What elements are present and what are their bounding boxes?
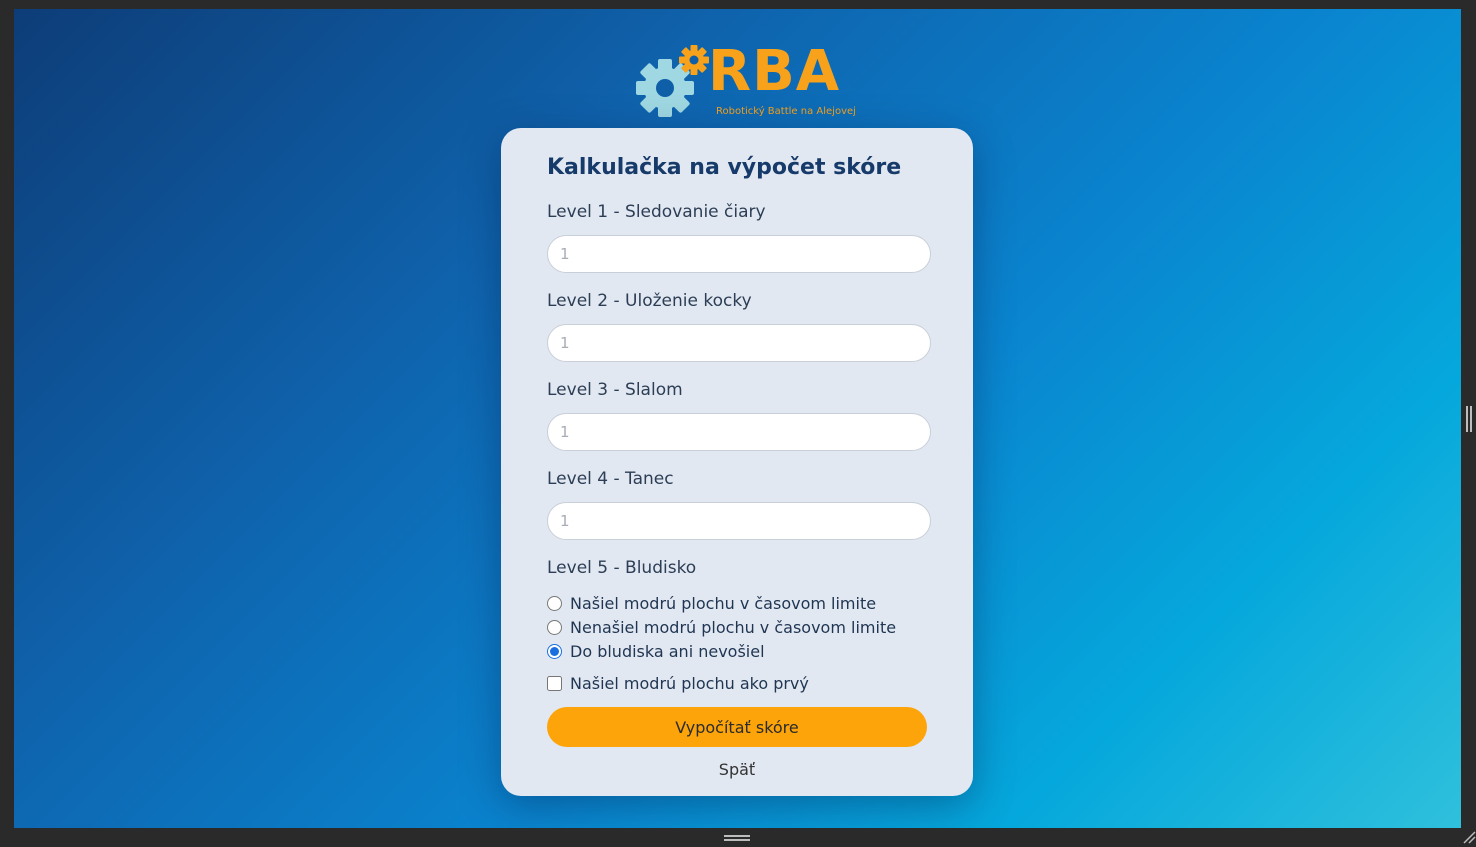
level-5-label: Level 5 - Bludisko bbox=[547, 558, 697, 578]
back-link[interactable]: Späť bbox=[547, 760, 927, 779]
found-first-row[interactable]: Našiel modrú plochu ako prvý bbox=[547, 671, 927, 695]
level-3-input[interactable] bbox=[547, 413, 931, 451]
level-5-option-found[interactable]: Našiel modrú plochu v časovom limite bbox=[547, 591, 927, 615]
rba-logo: RBA Robotický Battle na Alejovej bbox=[621, 36, 871, 120]
logo-text: RBA bbox=[708, 39, 841, 104]
level-4-label: Level 4 - Tanec bbox=[547, 469, 674, 489]
vertical-resize-handle[interactable] bbox=[1466, 406, 1472, 432]
score-calculator-card: Kalkulačka na výpočet skóre Level 1 - Sl… bbox=[501, 128, 973, 796]
horizontal-resize-handle[interactable] bbox=[724, 835, 750, 841]
level-3-group: Level 3 - Slalom bbox=[547, 379, 931, 451]
level-3-label: Level 3 - Slalom bbox=[547, 380, 683, 400]
found-first-label: Našiel modrú plochu ako prvý bbox=[570, 673, 809, 693]
level-5-radio-not-found[interactable] bbox=[547, 619, 562, 635]
level-1-group: Level 1 - Sledovanie čiary bbox=[547, 201, 931, 273]
level-5-option-label: Nenašiel modrú plochu v časovom limite bbox=[570, 617, 897, 637]
level-5-option-label: Našiel modrú plochu v časovom limite bbox=[570, 593, 877, 613]
level-2-label: Level 2 - Uloženie kocky bbox=[547, 291, 752, 311]
level-4-input[interactable] bbox=[547, 502, 931, 540]
resize-grip-icon[interactable] bbox=[1462, 830, 1476, 844]
gear-icon bbox=[636, 45, 709, 117]
found-first-checkbox[interactable] bbox=[547, 675, 562, 691]
level-1-label: Level 1 - Sledovanie čiary bbox=[547, 202, 766, 222]
level-5-group: Level 5 - Bludisko Našiel modrú plochu v… bbox=[547, 557, 927, 695]
level-2-input[interactable] bbox=[547, 324, 931, 362]
level-5-radio-group: Našiel modrú plochu v časovom limite Nen… bbox=[547, 591, 927, 663]
level-5-option-not-entered[interactable]: Do bludiska ani nevošiel bbox=[547, 639, 927, 663]
level-5-radio-not-entered[interactable] bbox=[547, 643, 562, 659]
level-1-input[interactable] bbox=[547, 235, 931, 273]
level-5-radio-found[interactable] bbox=[547, 595, 562, 611]
level-5-option-label: Do bludiska ani nevošiel bbox=[570, 641, 765, 661]
page-background: RBA Robotický Battle na Alejovej Kalkula… bbox=[14, 9, 1461, 828]
level-4-group: Level 4 - Tanec bbox=[547, 468, 931, 540]
page-title: Kalkulačka na výpočet skóre bbox=[547, 155, 902, 180]
calculate-score-button[interactable]: Vypočítať skóre bbox=[547, 707, 927, 747]
level-5-option-not-found[interactable]: Nenašiel modrú plochu v časovom limite bbox=[547, 615, 927, 639]
logo-subtitle: Robotický Battle na Alejovej bbox=[716, 106, 856, 117]
level-2-group: Level 2 - Uloženie kocky bbox=[547, 290, 931, 362]
